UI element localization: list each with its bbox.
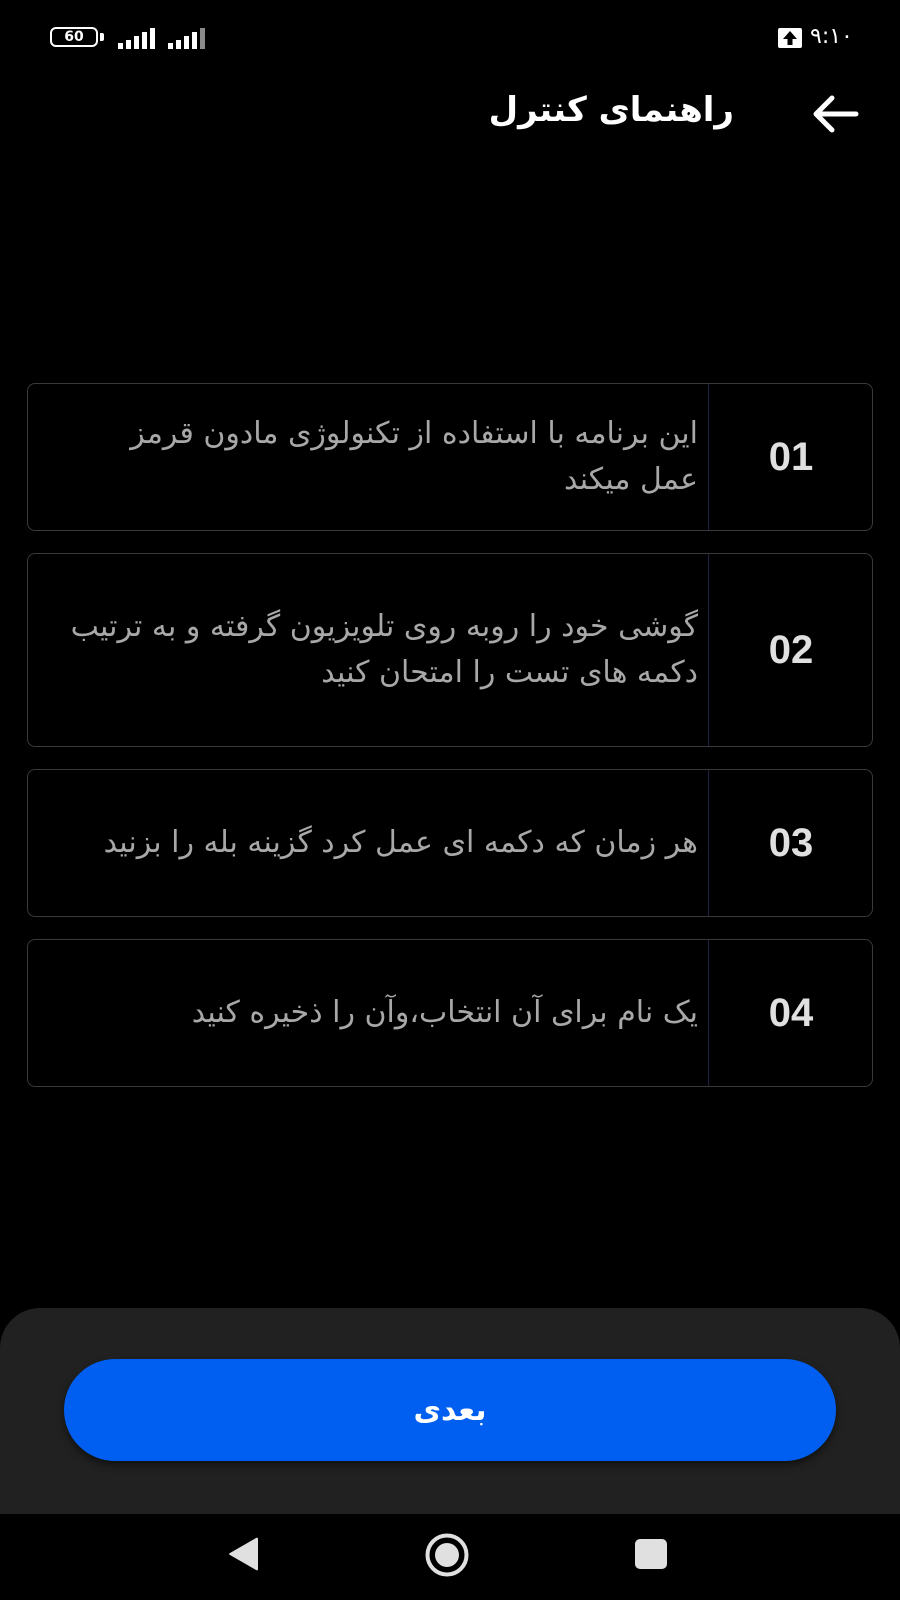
step-text: هر زمان که دکمه ای عمل کرد گزینه بله را …	[68, 770, 698, 916]
step-text-content: این برنامه با استفاده از تکنولوژی مادون …	[130, 416, 698, 497]
step-text-content: هر زمان که دکمه ای عمل کرد گزینه بله را …	[103, 825, 698, 860]
step-text: یک نام برای آن انتخاب،وآن را ذخیره کنید	[68, 940, 698, 1086]
signal-icon	[118, 28, 155, 49]
signal-icon	[168, 28, 205, 49]
arrow-back-icon[interactable]	[810, 94, 860, 134]
step-text-content: یک نام برای آن انتخاب،وآن را ذخیره کنید	[191, 995, 698, 1030]
step-card: هر زمان که دکمه ای عمل کرد گزینه بله را …	[27, 769, 873, 917]
step-text: گوشی خود را روبه روی تلویزیون گرفته و به…	[68, 554, 698, 746]
status-bar: 60 ۹:۱۰	[0, 0, 900, 78]
steps-list: این برنامه با استفاده از تکنولوژی مادون …	[27, 383, 873, 1109]
nav-recents-icon[interactable]	[634, 1538, 668, 1570]
screen: 60 ۹:۱۰ راهنمای کنترل این برنامه با استف…	[0, 0, 900, 1600]
next-button[interactable]: بعدی	[64, 1359, 836, 1461]
step-text-content: گوشی خود را روبه روی تلویزیون گرفته و به…	[70, 609, 698, 690]
nav-back-icon[interactable]	[226, 1536, 260, 1572]
bottom-sheet: بعدی	[0, 1308, 900, 1514]
step-card: گوشی خود را روبه روی تلویزیون گرفته و به…	[27, 553, 873, 747]
app-header: راهنمای کنترل	[0, 78, 900, 150]
step-text: این برنامه با استفاده از تکنولوژی مادون …	[68, 384, 698, 530]
step-card: یک نام برای آن انتخاب،وآن را ذخیره کنید …	[27, 939, 873, 1087]
step-number: 04	[768, 990, 814, 1035]
step-number: 01	[768, 434, 814, 479]
nav-home-icon[interactable]	[424, 1532, 470, 1578]
battery-level: 60	[64, 29, 84, 45]
step-number: 02	[768, 627, 814, 672]
navigation-bar	[0, 1514, 900, 1600]
battery-icon: 60	[50, 27, 98, 47]
battery-tip	[100, 33, 104, 41]
step-number: 03	[768, 820, 814, 865]
status-time: ۹:۱۰	[810, 24, 853, 49]
step-card: این برنامه با استفاده از تکنولوژی مادون …	[27, 383, 873, 531]
page-title: راهنمای کنترل	[488, 90, 734, 130]
upload-icon	[778, 28, 802, 48]
